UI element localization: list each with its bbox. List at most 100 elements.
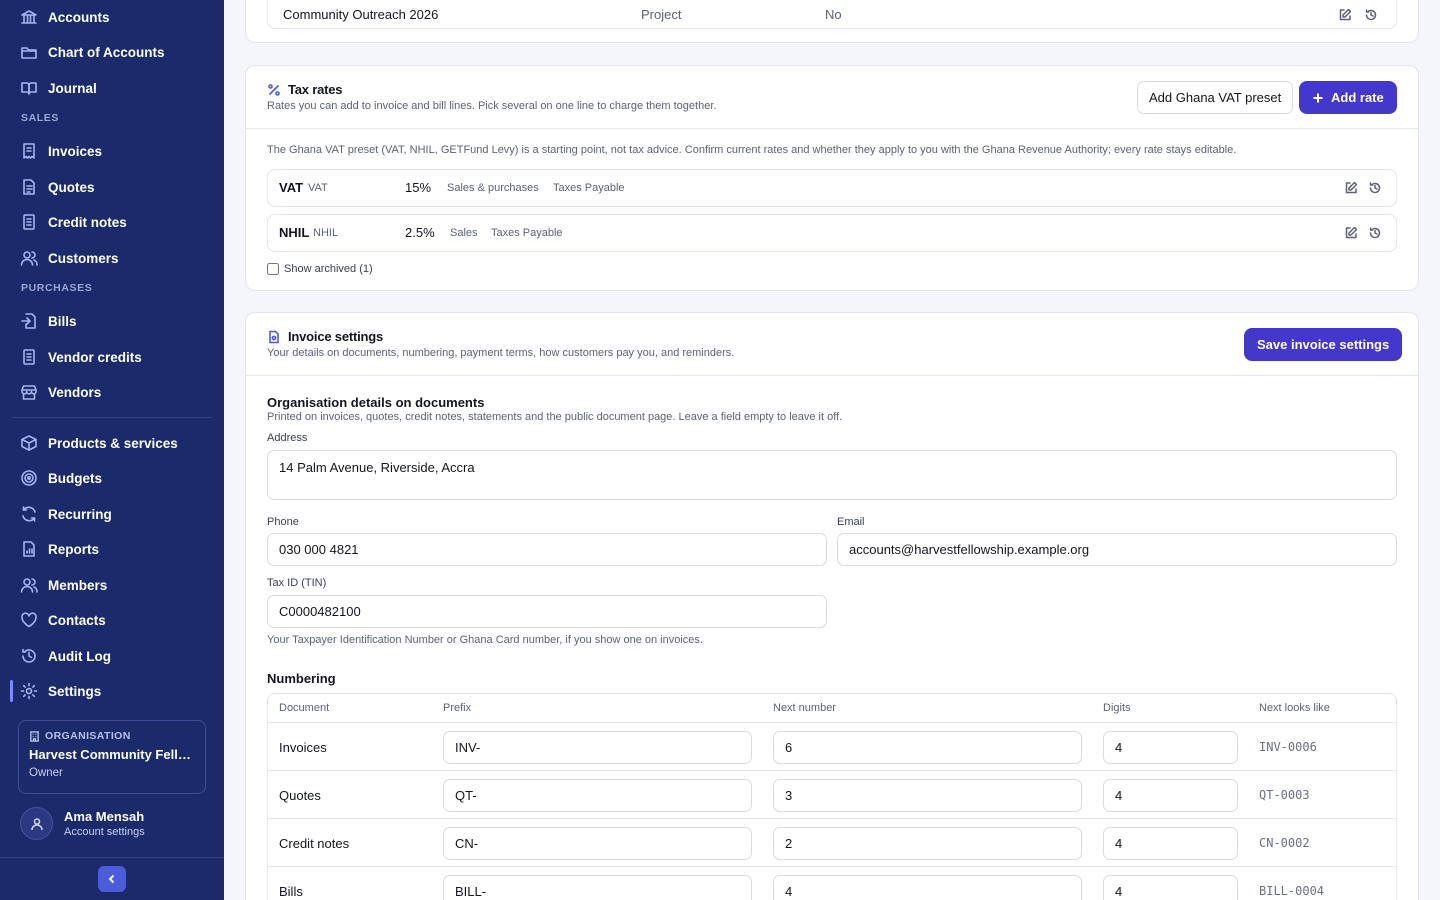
sidebar-item-label: Members (48, 577, 108, 593)
sidebar-item-audit-log[interactable]: Audit Log (12, 641, 212, 671)
email-label: Email (837, 516, 865, 528)
sidebar-item-members[interactable]: Members (12, 570, 212, 600)
next-number-input[interactable]: 4 (773, 875, 1082, 900)
sidebar-item-budgets[interactable]: Budgets (12, 463, 212, 493)
edit-icon (1345, 226, 1358, 239)
archive-button[interactable] (1364, 8, 1378, 22)
sidebar-item-vendors[interactable]: Vendors (12, 377, 212, 407)
user-name: Ama Mensah (64, 809, 145, 824)
digits-input[interactable]: 4 (1103, 827, 1238, 860)
prefix-input[interactable]: QT- (443, 779, 752, 812)
users-icon (20, 578, 38, 593)
account-settings-link[interactable]: Account settings (64, 826, 145, 838)
add-rate-button[interactable]: Add rate (1299, 81, 1397, 114)
collapse-sidebar-button[interactable] (98, 866, 126, 892)
history-icon (22, 648, 36, 663)
tracking-categories-card: Community Outreach 2026 Project No (245, 0, 1419, 43)
edit-tax-rate-button[interactable] (1344, 226, 1358, 240)
tracking-value: No (825, 7, 842, 22)
show-archived-checkbox[interactable] (267, 263, 279, 275)
sidebar-item-label: Vendors (48, 384, 102, 400)
digits-input[interactable]: 4 (1103, 875, 1238, 900)
sidebar-item-bills[interactable]: Bills (12, 306, 212, 336)
invoice-settings-title: Invoice settings (267, 329, 383, 344)
tax-rate-account: Taxes Payable (491, 227, 563, 239)
next-number-input[interactable]: 6 (773, 731, 1082, 764)
edit-button[interactable] (1338, 8, 1352, 22)
card-divider (246, 375, 1418, 376)
organisation-label: ORGANISATION (29, 730, 195, 742)
next-number-input[interactable]: 3 (773, 779, 1082, 812)
sidebar-item-invoices[interactable]: Invoices (12, 136, 212, 166)
bank-icon (21, 10, 37, 24)
file-lines-icon (23, 349, 35, 365)
prefix-input[interactable]: CN- (443, 827, 752, 860)
next-number-input[interactable]: 2 (773, 827, 1082, 860)
sidebar-item-chart-of-accounts[interactable]: Chart of Accounts (12, 37, 212, 67)
file-import-icon (21, 313, 36, 329)
address-label: Address (267, 432, 308, 444)
invoice-settings-subtitle: Your details on documents, numbering, pa… (267, 347, 735, 359)
show-archived-toggle[interactable]: Show archived (1) (267, 263, 373, 275)
tracking-row: Community Outreach 2026 Project No (267, 0, 1397, 29)
sidebar-item-quotes[interactable]: Quotes (12, 172, 212, 202)
archive-tax-rate-button[interactable] (1368, 181, 1382, 195)
tax-rate-code: VAT (308, 182, 328, 194)
sidebar-item-contacts[interactable]: Contacts (12, 605, 212, 635)
sidebar-item-settings[interactable]: Settings (10, 676, 212, 706)
org-details-description: Printed on invoices, quotes, credit note… (267, 411, 843, 423)
prefix-input[interactable]: BILL- (443, 875, 752, 900)
sidebar-item-label: Reports (48, 541, 100, 557)
sidebar-item-customers[interactable]: Customers (12, 243, 212, 273)
table-row: Quotes QT- 3 4 QT-0003 (268, 770, 1396, 818)
target-icon (21, 470, 37, 486)
sidebar-item-label: Recurring (48, 506, 112, 522)
sidebar-item-credit-notes[interactable]: Credit notes (12, 207, 212, 237)
sidebar-item-journal[interactable]: Journal (12, 73, 212, 103)
plus-icon (1313, 93, 1323, 102)
sidebar-item-products-services[interactable]: Products & services (12, 428, 212, 458)
sidebar-item-recurring[interactable]: Recurring (12, 499, 212, 529)
sidebar-item-reports[interactable]: Reports (12, 534, 212, 564)
organisation-role: Owner (29, 767, 63, 779)
user-icon (30, 817, 43, 830)
tax-rate-code: NHIL (313, 227, 339, 239)
phone-field[interactable]: 030 000 4821 (267, 533, 827, 566)
history-icon (1369, 182, 1381, 194)
edit-icon (1345, 181, 1358, 194)
tax-rate-percent: 2.5% (405, 225, 435, 240)
sidebar-item-label: Invoices (48, 143, 103, 159)
table-row: Bills BILL- 4 4 BILL-0004 (268, 866, 1396, 900)
sidebar-item-label: Products & services (48, 435, 178, 451)
save-invoice-settings-button[interactable]: Save invoice settings (1244, 328, 1403, 361)
refresh-icon (22, 506, 36, 522)
sidebar-item-vendor-credits[interactable]: Vendor credits (12, 342, 212, 372)
number-preview: QT-0003 (1259, 788, 1310, 802)
document-type: Quotes (279, 788, 321, 803)
digits-input[interactable]: 4 (1103, 731, 1238, 764)
edit-tax-rate-button[interactable] (1344, 181, 1358, 195)
sidebar-item-label: Customers (48, 250, 119, 266)
address-textarea[interactable]: 14 Palm Avenue, Riverside, Accra (267, 450, 1397, 500)
tin-label: Tax ID (TIN) (267, 577, 327, 589)
prefix-input[interactable]: INV- (443, 731, 752, 764)
tax-rate-name: NHIL (279, 225, 310, 240)
email-field[interactable]: accounts@harvestfellowship.example.org (837, 533, 1397, 566)
history-icon (1369, 227, 1381, 239)
digits-input[interactable]: 4 (1103, 779, 1238, 812)
sidebar-item-label: Bills (48, 313, 77, 329)
organisation-switcher[interactable]: ORGANISATION Harvest Community Fello... … (18, 720, 206, 794)
tin-field[interactable]: C0000482100 (267, 595, 827, 628)
heart-icon (21, 612, 37, 628)
archive-tax-rate-button[interactable] (1368, 226, 1382, 240)
sidebar-item-accounts[interactable]: Accounts (12, 2, 212, 32)
add-ghana-vat-preset-button[interactable]: Add Ghana VAT preset (1137, 81, 1294, 114)
tax-rates-subtitle: Rates you can add to invoice and bill li… (267, 100, 717, 112)
file-chart-icon (23, 541, 35, 557)
user-menu[interactable]: Ama Mensah Account settings (20, 807, 145, 840)
tax-rates-title: Tax rates (267, 82, 343, 97)
percent-icon (268, 83, 280, 96)
edit-icon (1339, 8, 1352, 21)
store-icon (21, 385, 37, 400)
file-lines-icon (23, 214, 35, 230)
